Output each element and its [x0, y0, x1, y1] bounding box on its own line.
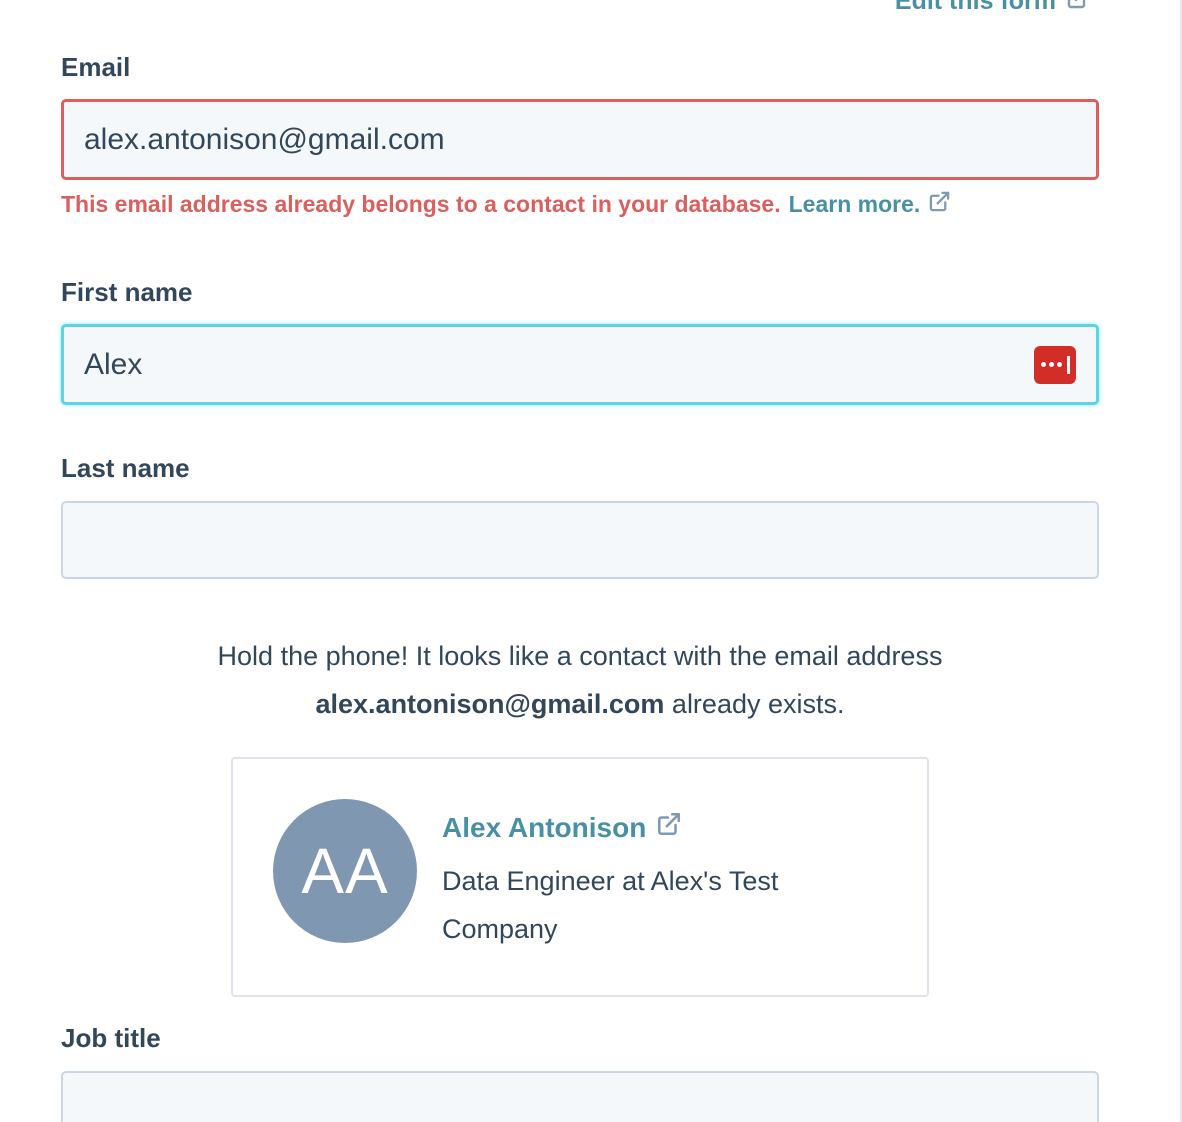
email-error-message: This email address already belongs to a …: [61, 190, 951, 219]
edit-this-form-label: Edit this form: [894, 0, 1056, 15]
contact-subtitle: Data Engineer at Alex's Test Company: [442, 866, 779, 944]
avatar-initials: AA: [301, 835, 389, 907]
external-link-icon: [1066, 0, 1090, 17]
learn-more-link[interactable]: Learn more.: [789, 191, 921, 218]
edit-this-form-link[interactable]: Edit this form: [895, 0, 1090, 17]
external-link-icon: [656, 811, 682, 844]
job-title-label: Job title: [61, 1023, 161, 1053]
last-name-label: Last name: [61, 453, 190, 483]
create-contact-form-panel: Edit this form Email alex.antonison@gmai…: [0, 0, 1182, 1122]
duplicate-notice-email: alex.antonison@gmail.com: [315, 689, 665, 719]
email-field-value: alex.antonison@gmail.com: [84, 122, 445, 156]
contact-name: Alex Antonison: [442, 811, 647, 843]
first-name-label: First name: [61, 277, 193, 307]
contact-name-link[interactable]: Alex Antonison: [442, 811, 682, 844]
job-title-field[interactable]: [61, 1071, 1099, 1122]
email-error-text: This email address already belongs to a …: [61, 191, 781, 217]
first-name-field-value: Alex: [84, 347, 143, 381]
duplicate-notice-suffix: already exists.: [671, 689, 845, 719]
existing-contact-card: AA Alex Antonison Data Engineer at Alex'…: [231, 757, 929, 997]
last-name-field[interactable]: [61, 501, 1099, 579]
password-manager-icon[interactable]: [1034, 345, 1076, 384]
email-label: Email: [61, 52, 131, 82]
duplicate-contact-notice: Hold the phone! It looks like a contact …: [61, 632, 1099, 728]
email-field[interactable]: alex.antonison@gmail.com: [61, 99, 1099, 180]
first-name-field[interactable]: Alex: [61, 324, 1099, 405]
avatar: AA: [273, 799, 417, 943]
external-link-icon: [928, 190, 951, 219]
duplicate-notice-prefix: Hold the phone! It looks like a contact …: [217, 641, 943, 671]
